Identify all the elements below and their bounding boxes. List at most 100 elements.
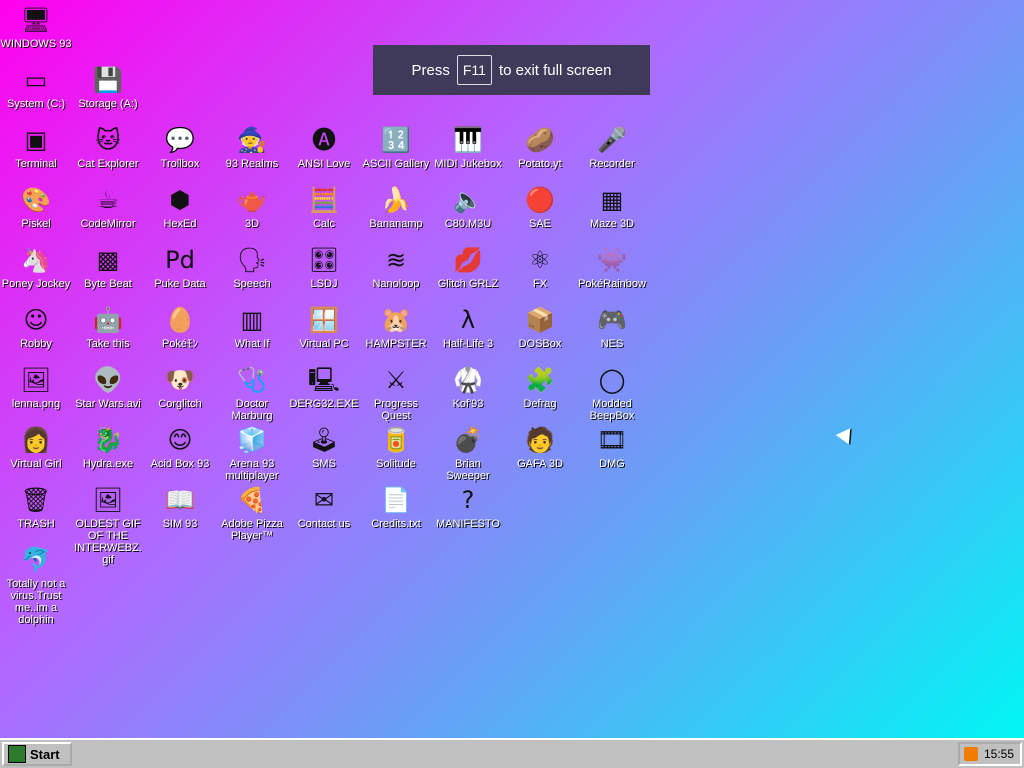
desktop-icon-dmg[interactable]: 🎞 DMG: [576, 424, 648, 470]
desktop-icon-midi-jukebox[interactable]: 🎹 MIDI Jukebox: [432, 124, 504, 170]
desktop-icon-brian-sweeper[interactable]: 💣 Brian Sweeper: [432, 424, 504, 482]
fullscreen-exit-banner: Press F11 to exit full screen: [373, 45, 650, 95]
desktop-icon-hampster[interactable]: 🐹 HAMPSTER: [360, 304, 432, 350]
desktop-icon-contact-us[interactable]: ✉ Contact us: [288, 484, 360, 530]
desktop-icon-puke-data[interactable]: Pd Puke Data: [144, 244, 216, 290]
desktop-icon-virtual-pc[interactable]: 🪟 Virtual PC: [288, 304, 360, 350]
desktop-icon-terminal[interactable]: ▣ Terminal: [0, 124, 72, 170]
desktop-icon-label: 93 Realms: [225, 158, 279, 170]
cat-explorer-icon: 🐱: [95, 126, 121, 154]
desktop-icon-glitch-grlz[interactable]: 💋 Glitch GRLZ: [432, 244, 504, 290]
arena-93-multiplayer-icon: 🧊: [237, 426, 267, 454]
desktop-icon-hydra-exe[interactable]: 🐉 Hydra.exe: [72, 424, 144, 470]
desktop-icon-trollbox[interactable]: 💬 Trollbox: [144, 124, 216, 170]
desktop-icon-cat-explorer[interactable]: 🐱 Cat Explorer: [72, 124, 144, 170]
desktop-icon-label: TRASH: [17, 518, 55, 530]
desktop-icon-dosbox[interactable]: 📦 DOSBox: [504, 304, 576, 350]
desktop-icon-calc[interactable]: 🧮 Calc: [288, 184, 360, 230]
desktop-icon-gafa-3d[interactable]: 🧑 GAFA 3D: [504, 424, 576, 470]
trash-icon: 🗑: [20, 486, 52, 514]
midi-jukebox-icon: 🎹: [453, 126, 483, 154]
desktop-icon-doctor-marburg[interactable]: 🩺 Doctor Marburg: [216, 364, 288, 422]
desktop-icon-windows-93[interactable]: 🖥 WINDOWS 93: [0, 4, 72, 50]
desktop-icon-label: Cat Explorer: [77, 158, 139, 170]
desktop-icon-label: NES: [600, 338, 624, 350]
desktop-icon-label: Storage (A:): [78, 98, 138, 110]
desktop-icon-what-if[interactable]: ▥ What If: [216, 304, 288, 350]
desktop-icon-lsdj[interactable]: 🎛 LSDJ: [288, 244, 360, 290]
desktop-icon-sms[interactable]: 🕹 SMS: [288, 424, 360, 470]
desktop-icon-ascii-gallery[interactable]: 🔢 ASCII Gallery: [360, 124, 432, 170]
desktop-icon-label: DOSBox: [518, 338, 562, 350]
desktop-icon-pok-rainbow[interactable]: 👾 PokéRainbow: [576, 244, 648, 290]
desktop-icon-nes[interactable]: 🎮 NES: [576, 304, 648, 350]
desktop-icon-defrag[interactable]: 🧩 Defrag: [504, 364, 576, 410]
desktop-icon-ansi-love[interactable]: 🅐 ANSI Love: [288, 124, 360, 170]
desktop-icon-label: OLDEST GIF OF THE INTERWEBZ.gif: [74, 518, 142, 566]
desktop-icon-progress-quest[interactable]: ⚔ Progress Quest: [360, 364, 432, 422]
desktop-icon-label: Potato.yt: [518, 158, 562, 170]
desktop-icon-label: Piskel: [21, 218, 51, 230]
desktop-icon-corglitch[interactable]: 🐶 Corglitch: [144, 364, 216, 410]
start-button[interactable]: Start: [2, 742, 72, 766]
desktop-icon-poney-jockey[interactable]: 🦄 Poney Jockey: [0, 244, 72, 290]
desktop-icon-label: LSDJ: [310, 278, 338, 290]
desktop-icon-hexed[interactable]: ⬢ HexEd: [144, 184, 216, 230]
desktop-icon-byte-beat[interactable]: ▩ Byte Beat: [72, 244, 144, 290]
desktop-icon-acid-box-93[interactable]: 😊 Acid Box 93: [144, 424, 216, 470]
desktop-icon-label: Poney Jockey: [1, 278, 71, 290]
desktop-icon-robby[interactable]: ☺ Robby: [0, 304, 72, 350]
desktop-icon-label: HexEd: [163, 218, 197, 230]
desktop-icon-half-life-3[interactable]: λ Half-Life 3: [432, 304, 504, 350]
desktop-icon-totally-not-a-virus-trust-me-im-a-dolphin[interactable]: 🐬 Totally not a virus.Trust me..im a dolp…: [0, 544, 72, 626]
desktop-icon-codemirror[interactable]: ☕ CodeMirror: [72, 184, 144, 230]
clock: 15:55: [983, 747, 1014, 761]
desktop-icon-manifesto[interactable]: ? MANIFESTO: [432, 484, 504, 530]
desktop-icon-system-c[interactable]: ▭ System (C:): [0, 64, 72, 110]
desktop-icon-potato-yt[interactable]: 🥔 Potato.yt: [504, 124, 576, 170]
desktop-icon-kof-93[interactable]: 🥋 Kof'93: [432, 364, 504, 410]
desktop-icon-recorder[interactable]: 🎤 Recorder: [576, 124, 648, 170]
desktop-icon-star-wars-avi[interactable]: 👽 Star Wars.avi: [72, 364, 144, 410]
desktop-icon-c80-m3u[interactable]: 🔈 C80.M3U: [432, 184, 504, 230]
desktop-icon-nanoloop[interactable]: ≋ Nanoloop: [360, 244, 432, 290]
desktop-icon-derg32-exe[interactable]: 🖳 DERG32.EXE: [288, 364, 360, 410]
puke-data-icon: Pd: [165, 246, 195, 274]
desktop-icon-sim-93[interactable]: 📖 SIM 93: [144, 484, 216, 530]
desktop-icon-trash[interactable]: 🗑 TRASH: [0, 484, 72, 530]
lsdj-icon: 🎛: [308, 246, 340, 274]
desktop-icon-adobe-pizza-player[interactable]: 🍕 Adobe Pizza Player™: [216, 484, 288, 542]
desktop-icon-oldest-gif-of-the-interwebz-gif[interactable]: 🖼 OLDEST GIF OF THE INTERWEBZ.gif: [72, 484, 144, 566]
desktop-icon-fx[interactable]: ⚛ FX: [504, 244, 576, 290]
credits-txt-icon: 📄: [381, 486, 411, 514]
desktop-icon-lenna-png[interactable]: 🖼 lenna.png: [0, 364, 72, 410]
desktop-icon-modded-beepbox[interactable]: ◯ Modded BeepBox: [576, 364, 648, 422]
totally-not-a-virus-trust-me-im-a-dolphin-icon: 🐬: [21, 546, 51, 574]
desktop-icon-credits-txt[interactable]: 📄 Credits.txt: [360, 484, 432, 530]
desktop-icon-storage-a[interactable]: 💾 Storage (A:): [72, 64, 144, 110]
desktop-icon-bananamp[interactable]: 🍌 Bananamp: [360, 184, 432, 230]
desktop-icon-speech[interactable]: 🗣 Speech: [216, 244, 288, 290]
desktop-icon-take-this[interactable]: 🤖 Take this: [72, 304, 144, 350]
desktop-icon-label: SMS: [312, 458, 336, 470]
start-logo-icon: [8, 745, 26, 763]
desktop-icon-solitude[interactable]: 🥫 Solitude: [360, 424, 432, 470]
speech-icon: 🗣: [236, 246, 268, 274]
desktop-icon-sae[interactable]: 🔴 SAE: [504, 184, 576, 230]
desktop-icon-arena-93-multiplayer[interactable]: 🧊 Arena 93 multiplayer: [216, 424, 288, 482]
desktop-icon-93-realms[interactable]: 🧙 93 Realms: [216, 124, 288, 170]
system-c-icon: ▭: [24, 66, 48, 94]
desktop-icon-label: Pokéﾓﾝ: [161, 338, 199, 350]
desktop-icon-label: Take this: [86, 338, 130, 350]
desktop-icon-3d[interactable]: 🫖 3D: [216, 184, 288, 230]
rss-icon[interactable]: [963, 747, 978, 761]
desktop-icon-virtual-girl[interactable]: 👩 Virtual Girl: [0, 424, 72, 470]
desktop-icon-piskel[interactable]: 🎨 Piskel: [0, 184, 72, 230]
dmg-icon: 🎞: [596, 426, 628, 454]
desktop-icon-label: Speech: [233, 278, 271, 290]
desktop-icon-label: Maze 3D: [589, 218, 635, 230]
desktop-icon-pok[interactable]: 🥚 Pokéﾓﾝ: [144, 304, 216, 350]
desktop-icon-label: Terminal: [15, 158, 57, 170]
desktop-icon-label: Solitude: [376, 458, 416, 470]
desktop-icon-maze-3d[interactable]: ▦ Maze 3D: [576, 184, 648, 230]
